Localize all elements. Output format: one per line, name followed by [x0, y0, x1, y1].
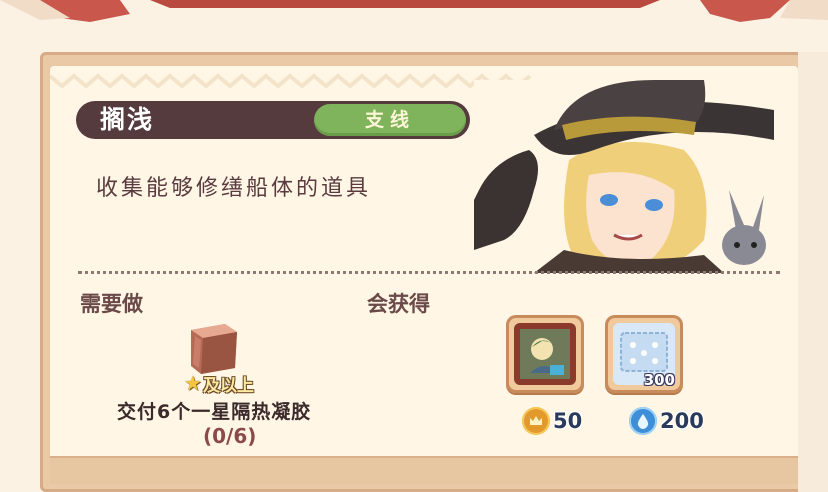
reward-label: 会获得 [367, 292, 430, 316]
reward-currency-blue: 200 [629, 407, 704, 435]
reward-item-painting[interactable] [506, 315, 584, 393]
quest-type-tag: 支线 [314, 104, 466, 136]
brown-cube-icon[interactable] [183, 318, 243, 378]
todo-label: 需要做 [80, 292, 143, 316]
task-progress: (0/6) [203, 424, 257, 448]
reward-quantity: 300 [643, 371, 675, 389]
character-portrait [474, 80, 774, 273]
blue-amount: 200 [660, 409, 704, 433]
panel-edge [798, 52, 828, 492]
star-level-badge: ★ 及以上 [184, 371, 254, 396]
task-description: 交付6个一星隔热凝胶 [117, 401, 312, 423]
star-level-text: 及以上 [202, 375, 254, 396]
top-ribbon-banner [0, 0, 828, 22]
quest-description: 收集能够修缮船体的道具 [96, 176, 372, 201]
section-divider [78, 271, 780, 274]
star-icon: ★ [184, 371, 202, 395]
reward-currency-gold: 50 [522, 407, 582, 435]
gold-amount: 50 [553, 409, 583, 433]
card-bottom-border [50, 456, 798, 484]
gold-crown-coin-icon [522, 407, 550, 435]
reward-item-fabric[interactable]: 300 [605, 315, 683, 393]
quest-title: 搁浅 [100, 105, 155, 134]
blue-drop-coin-icon [629, 407, 657, 435]
portrait-painting-icon [514, 323, 576, 385]
